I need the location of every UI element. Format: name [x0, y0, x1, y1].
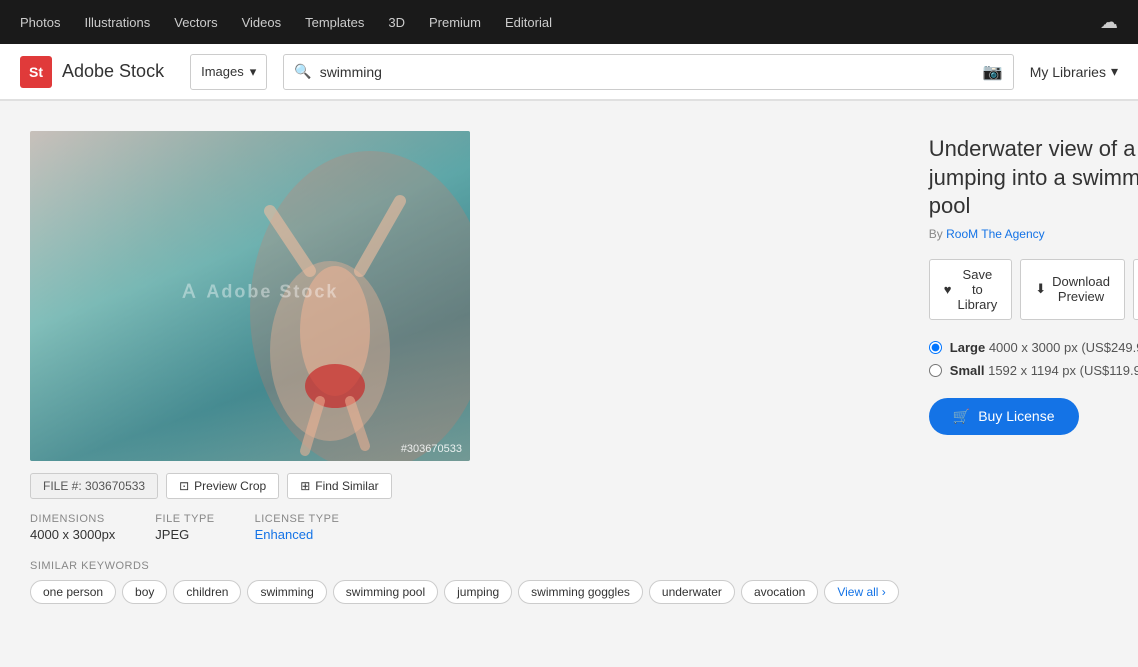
- chevron-down-icon: ▾: [1111, 63, 1118, 80]
- nav-3d[interactable]: 3D: [388, 15, 405, 30]
- similar-keywords-section: SIMILAR KEYWORDS one personboychildrensw…: [30, 560, 899, 604]
- size-small-radio[interactable]: [929, 364, 942, 377]
- my-libraries-button[interactable]: My Libraries ▾: [1030, 63, 1118, 80]
- header: St Adobe Stock Images ▾ 🔍 📷 My Libraries…: [0, 44, 1138, 100]
- small-detail: 1592 x 1194 px (US$119.99): [988, 363, 1138, 378]
- keyword-tag[interactable]: boy: [122, 580, 167, 604]
- main-content: Ａ Adobe Stock #303670533 FILE #: 3036705…: [0, 101, 1138, 667]
- download-preview-label: Download Preview: [1052, 274, 1110, 304]
- asset-image: Ａ Adobe Stock #303670533: [30, 131, 470, 461]
- file-type-label: FILE TYPE: [155, 513, 214, 525]
- keyword-tag[interactable]: jumping: [444, 580, 512, 604]
- small-label: Small: [950, 363, 985, 378]
- nav-premium[interactable]: Premium: [429, 15, 481, 30]
- license-type-label: LICENSE TYPE: [255, 513, 340, 525]
- logo-badge: St: [20, 56, 52, 88]
- my-libraries-label: My Libraries: [1030, 64, 1106, 80]
- large-label: Large: [950, 340, 985, 355]
- size-large-radio[interactable]: [929, 341, 942, 354]
- info-panel: Underwater view of a boy jumping into a …: [929, 131, 1138, 647]
- save-to-library-button[interactable]: ♥ Save to Library: [929, 259, 1012, 320]
- keyword-tag[interactable]: swimming: [247, 580, 326, 604]
- keyword-tag[interactable]: swimming pool: [333, 580, 438, 604]
- view-all-keywords-button[interactable]: View all ›: [824, 580, 898, 604]
- search-icon: 🔍: [294, 63, 311, 80]
- size-small-label[interactable]: Small 1592 x 1194 px (US$119.99): [950, 363, 1138, 378]
- keyword-tag[interactable]: children: [173, 580, 241, 604]
- search-type-label: Images: [201, 64, 244, 79]
- dimensions-value: 4000 x 3000px: [30, 527, 115, 542]
- shopping-icon: 🛒: [953, 408, 970, 425]
- license-type-value[interactable]: Enhanced: [255, 527, 340, 542]
- camera-icon[interactable]: 📷: [983, 62, 1003, 82]
- nav-editorial[interactable]: Editorial: [505, 15, 552, 30]
- nav-vectors[interactable]: Vectors: [174, 15, 217, 30]
- image-overlay-id: #303670533: [401, 443, 462, 455]
- cloud-icon: ☁: [1100, 12, 1118, 33]
- nav-photos[interactable]: Photos: [20, 15, 60, 30]
- file-details: DIMENSIONS 4000 x 3000px FILE TYPE JPEG …: [30, 513, 899, 542]
- crop-icon: ⊡: [179, 479, 189, 493]
- find-similar-button[interactable]: ⊞ Find Similar: [287, 473, 391, 499]
- heart-icon: ♥: [944, 282, 952, 297]
- find-similar-label: Find Similar: [315, 479, 378, 493]
- top-navigation: Photos Illustrations Vectors Videos Temp…: [0, 0, 1138, 44]
- keyword-tag[interactable]: one person: [30, 580, 116, 604]
- asset-author: By RooM The Agency: [929, 227, 1138, 241]
- buy-label: Buy License: [978, 408, 1054, 424]
- file-type-value: JPEG: [155, 527, 214, 542]
- similar-keywords-label: SIMILAR KEYWORDS: [30, 560, 899, 572]
- logo-area: St Adobe Stock: [20, 56, 164, 88]
- size-large-label[interactable]: Large 4000 x 3000 px (US$249.99): [950, 340, 1138, 355]
- main-action-buttons: ♥ Save to Library ⬇ Download Preview ↗ O…: [929, 259, 1138, 320]
- logo-name: Adobe Stock: [62, 61, 164, 82]
- preview-crop-label: Preview Crop: [194, 479, 266, 493]
- dimensions-group: DIMENSIONS 4000 x 3000px: [30, 513, 115, 542]
- size-option-large: Large 4000 x 3000 px (US$249.99): [929, 340, 1138, 355]
- file-number-label: FILE #:: [43, 479, 82, 493]
- asset-title: Underwater view of a boy jumping into a …: [929, 135, 1138, 221]
- keyword-tags: one personboychildrenswimming swimming po…: [30, 580, 899, 604]
- swimmer-svg: [30, 131, 470, 461]
- dimensions-label: DIMENSIONS: [30, 513, 115, 525]
- keyword-tag[interactable]: avocation: [741, 580, 818, 604]
- file-type-group: FILE TYPE JPEG: [155, 513, 214, 542]
- size-option-small: Small 1592 x 1194 px (US$119.99): [929, 363, 1138, 378]
- file-number-badge: FILE #: 303670533: [30, 473, 158, 499]
- large-detail: 4000 x 3000 px (US$249.99): [989, 340, 1138, 355]
- save-label: Save to Library: [958, 267, 998, 312]
- keyword-tag[interactable]: underwater: [649, 580, 735, 604]
- nav-illustrations[interactable]: Illustrations: [84, 15, 150, 30]
- size-options: Large 4000 x 3000 px (US$249.99) Small 1…: [929, 340, 1138, 378]
- top-nav-links: Photos Illustrations Vectors Videos Temp…: [20, 15, 552, 30]
- author-link[interactable]: RooM The Agency: [946, 227, 1045, 241]
- download-preview-button[interactable]: ⬇ Download Preview: [1020, 259, 1125, 320]
- file-actions: FILE #: 303670533 ⊡ Preview Crop ⊞ Find …: [30, 473, 899, 499]
- download-icon: ⬇: [1035, 281, 1046, 297]
- keyword-tag[interactable]: swimming goggles: [518, 580, 643, 604]
- nav-videos[interactable]: Videos: [242, 15, 282, 30]
- buy-license-button[interactable]: 🛒 Buy License: [929, 398, 1079, 435]
- license-type-group: LICENSE TYPE Enhanced: [255, 513, 340, 542]
- preview-crop-button[interactable]: ⊡ Preview Crop: [166, 473, 279, 499]
- image-panel: Ａ Adobe Stock #303670533 FILE #: 3036705…: [30, 131, 899, 647]
- open-in-app-button[interactable]: ↗ Open in App: [1133, 259, 1138, 320]
- file-number-value: 303670533: [85, 479, 145, 493]
- similar-icon: ⊞: [300, 479, 310, 493]
- nav-templates[interactable]: Templates: [305, 15, 364, 30]
- by-prefix: By: [929, 227, 943, 241]
- search-input[interactable]: [320, 64, 975, 80]
- chevron-down-icon: ▾: [250, 64, 257, 80]
- search-bar: 🔍 📷: [283, 54, 1013, 90]
- search-type-selector[interactable]: Images ▾: [190, 54, 267, 90]
